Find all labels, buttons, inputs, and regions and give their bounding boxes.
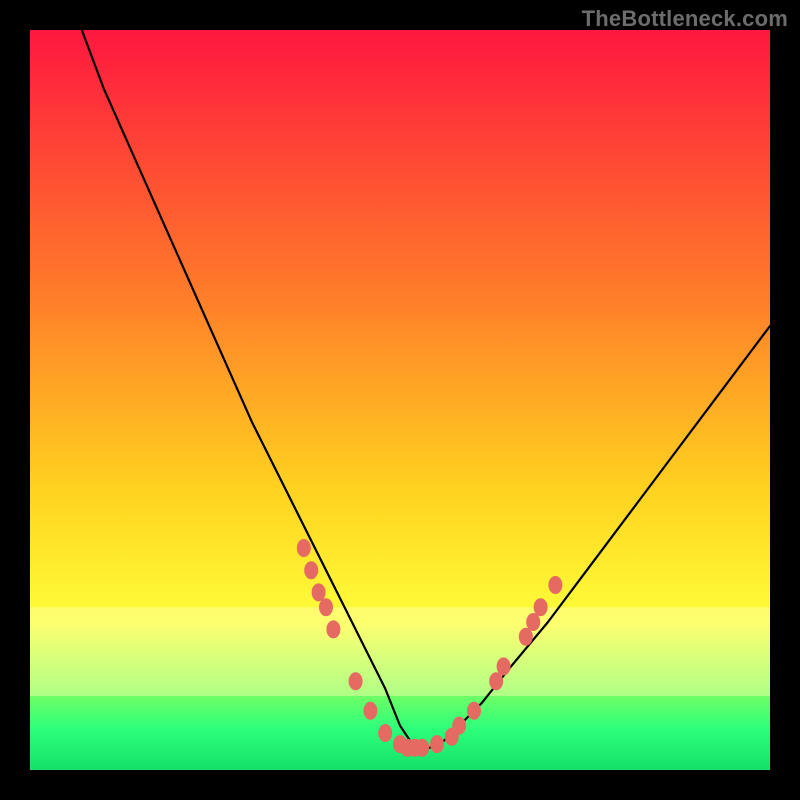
bottleneck-curve-chart (30, 30, 770, 770)
highlight-dot (497, 657, 511, 675)
highlight-dot (415, 739, 429, 757)
highlight-dot (452, 717, 466, 735)
pale-band (30, 607, 770, 696)
chart-frame: TheBottleneck.com (0, 0, 800, 800)
highlight-dot (489, 672, 503, 690)
highlight-dot (297, 539, 311, 557)
highlight-dot (304, 561, 318, 579)
highlight-dot (326, 620, 340, 638)
plot-area (30, 30, 770, 770)
highlight-dot (312, 583, 326, 601)
highlight-dot (430, 735, 444, 753)
highlight-dot (467, 702, 481, 720)
highlight-dot (534, 598, 548, 616)
highlight-dot (349, 672, 363, 690)
highlight-dot (378, 724, 392, 742)
watermark-text: TheBottleneck.com (582, 6, 788, 32)
highlight-dot (519, 628, 533, 646)
highlight-dot (548, 576, 562, 594)
highlight-dot (363, 702, 377, 720)
highlight-dot (319, 598, 333, 616)
highlight-dot (526, 613, 540, 631)
